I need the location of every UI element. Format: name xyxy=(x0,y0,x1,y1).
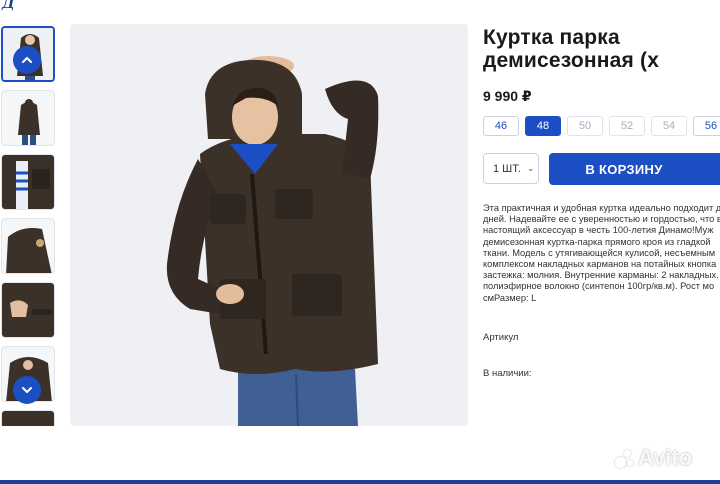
description-line: полиэфирное волокно (синтепон 100гр/кв.м… xyxy=(483,281,715,292)
stock-label: В наличии: xyxy=(483,368,532,379)
thumbnail-3[interactable] xyxy=(1,154,55,210)
man-in-parka-photo xyxy=(70,24,468,426)
footer-bar xyxy=(0,480,720,484)
thumbnail-2[interactable] xyxy=(1,90,55,146)
quantity-value: 1 ШТ. xyxy=(493,162,521,175)
add-to-cart-button[interactable]: В КОРЗИНУ xyxy=(549,153,720,185)
size-option-48[interactable]: 48 xyxy=(525,116,561,136)
size-option-50[interactable]: 50 xyxy=(567,116,603,136)
description-line: дней. Надевайте ее с уверенностью и горд… xyxy=(483,214,720,225)
size-option-56[interactable]: 56 xyxy=(693,116,720,136)
description-line: комплексом накладных карманов на потайны… xyxy=(483,258,717,269)
product-title: Куртка парка демисезонная (х xyxy=(483,26,720,72)
thumbnail-7[interactable] xyxy=(1,410,55,426)
gallery-next-button[interactable] xyxy=(13,376,41,404)
size-option-52[interactable]: 52 xyxy=(609,116,645,136)
description-line: настоящий аксессуар в честь 100-летия Ди… xyxy=(483,225,714,236)
product-title-line-2: демисезонная (х xyxy=(483,49,660,72)
dynamo-logo[interactable]: Д xyxy=(2,0,24,12)
product-price: 9 990 ₽ xyxy=(483,88,532,104)
thumbnail-strip xyxy=(0,24,56,426)
thumbnail-4[interactable] xyxy=(1,218,55,274)
product-title-line-1: Куртка парка xyxy=(483,26,620,49)
size-selector: 46 48 50 52 54 56 xyxy=(483,116,720,136)
avito-logo-icon xyxy=(613,447,635,469)
quantity-select[interactable]: 1 ШТ. ⌄ xyxy=(483,153,539,184)
gallery-prev-button[interactable] xyxy=(13,46,41,74)
description-line: смРазмер: L xyxy=(483,292,537,303)
avito-watermark-text: Avito xyxy=(638,445,693,470)
description-line: ткани. Модель с утягивающейся кулисой, н… xyxy=(483,247,716,258)
thumbnail-5[interactable] xyxy=(1,282,55,338)
description-line: застежка: молния. Внутренние карманы: 2 … xyxy=(483,270,719,281)
size-option-54[interactable]: 54 xyxy=(651,116,687,136)
main-product-image[interactable] xyxy=(70,24,468,426)
size-option-46[interactable]: 46 xyxy=(483,116,519,136)
avito-watermark: Avito xyxy=(613,445,692,471)
description-line: демисезонная куртка-парка прямого кроя и… xyxy=(483,236,711,247)
description-line: Эта практичная и удобная куртка идеально… xyxy=(483,203,720,213)
chevron-down-icon: ⌄ xyxy=(526,163,535,173)
chevron-up-icon xyxy=(22,57,32,63)
sku-label: Артикул xyxy=(483,332,519,343)
product-description: Эта практичная и удобная куртка идеально… xyxy=(483,203,720,304)
chevron-down-icon xyxy=(22,387,32,393)
